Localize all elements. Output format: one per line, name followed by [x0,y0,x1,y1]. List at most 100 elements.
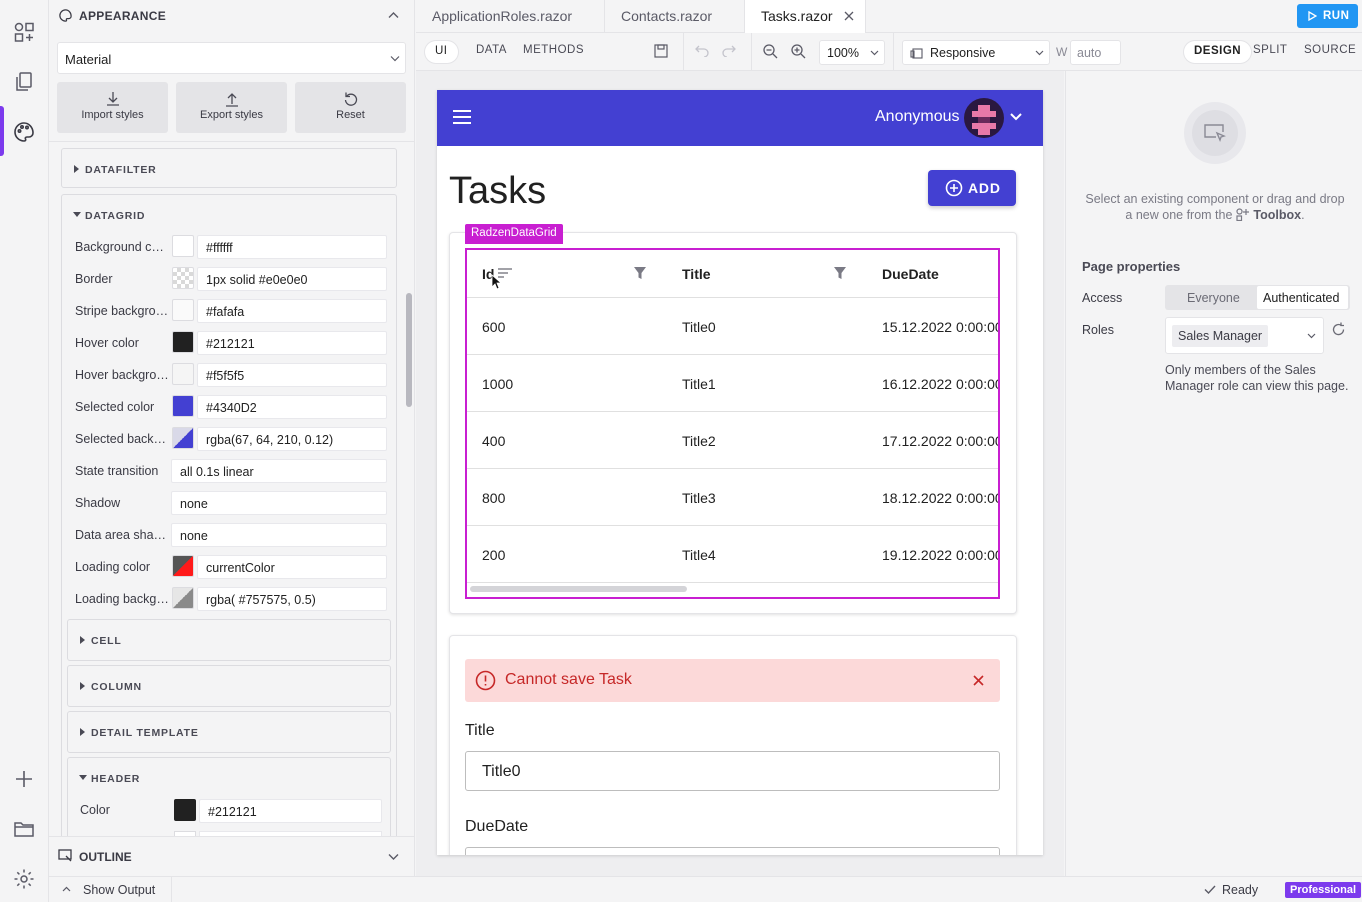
width-input[interactable]: auto [1070,40,1121,65]
property-value[interactable]: #f5f5f5 [197,363,387,387]
zoom-out-icon[interactable] [763,44,778,59]
property-value[interactable]: rgba( #757575, 0.5) [197,587,387,611]
import-styles-button[interactable]: Import styles [57,82,168,133]
divider [893,33,894,70]
responsive-select[interactable]: Responsive [902,40,1050,65]
table-row[interactable]: 400 Title2 17.12.2022 0:00:00 [467,412,998,469]
view-design[interactable]: DESIGN [1184,41,1252,63]
role-chip[interactable]: Sales Manager [1172,325,1269,347]
color-swatch[interactable] [172,267,194,289]
property-value[interactable]: 1px solid #e0e0e0 [197,267,387,291]
toolbox-link[interactable]: Toolbox [1253,208,1301,222]
caret-down-icon[interactable] [79,775,87,780]
scrollbar-thumb[interactable] [406,293,412,407]
color-swatch[interactable] [172,587,194,609]
add-button[interactable]: ADD [928,170,1016,206]
table-row[interactable]: 1000 Title1 16.12.2022 0:00:00 [467,355,998,412]
user-name[interactable]: Anonymous [875,108,960,126]
access-everyone[interactable]: Everyone [1187,291,1240,305]
run-button[interactable]: RUN [1297,4,1358,28]
reset-button[interactable]: Reset [295,82,406,133]
grid-scrollbar-thumb[interactable] [470,586,687,592]
color-swatch[interactable] [172,363,194,385]
filter-icon[interactable] [834,267,846,280]
header-color-value[interactable]: #212121 [199,799,382,823]
appearance-header[interactable]: APPEARANCE [49,0,414,32]
divider [49,141,414,142]
caret-down-icon[interactable] [73,212,81,217]
editor-tabs: ApplicationRoles.razor Contacts.razor Ta… [416,0,1362,33]
avatar[interactable] [964,98,1004,138]
folder-icon[interactable] [12,817,36,841]
mode-ui[interactable]: UI [425,41,458,63]
detail-template-group[interactable]: DETAIL TEMPLATE [67,711,391,753]
files-icon[interactable] [12,70,36,94]
header-color-swatch[interactable] [174,799,196,821]
property-value[interactable]: currentColor [197,555,387,579]
duedate-input[interactable] [465,847,1000,855]
property-value[interactable]: #4340D2 [197,395,387,419]
components-icon[interactable] [12,20,36,44]
property-value[interactable]: none [171,491,387,515]
datafilter-group[interactable]: DATAFILTER [61,148,397,188]
datagrid[interactable]: Id Title DueDate 600 Title0 15.12.2022 0:0… [465,248,1000,599]
tab-tasks[interactable]: Tasks.razor [745,0,866,33]
table-row[interactable]: 600 Title0 15.12.2022 0:00:00 [467,298,998,355]
outline-header[interactable]: OUTLINE [49,836,414,876]
zoom-select[interactable]: 100% [819,40,885,65]
table-row[interactable]: 200 Title4 19.12.2022 0:00:00 [467,526,998,583]
undo-icon[interactable] [695,45,709,57]
color-swatch[interactable] [172,331,194,353]
grid-component-tag[interactable]: RadzenDataGrid [465,224,563,244]
redo-icon[interactable] [722,45,736,57]
settings-icon[interactable] [12,867,36,891]
tab-contacts[interactable]: Contacts.razor [605,0,745,33]
save-icon[interactable] [654,44,668,58]
chevron-up-icon[interactable] [388,11,399,19]
column-header-title[interactable]: Title [682,266,711,282]
menu-icon[interactable] [453,110,471,124]
property-value[interactable]: none [171,523,387,547]
column-header-duedate[interactable]: DueDate [882,266,939,282]
mode-methods[interactable]: METHODS [523,44,584,56]
theme-select[interactable]: Material [57,42,406,74]
color-swatch[interactable] [172,427,194,449]
color-swatch[interactable] [172,235,194,257]
show-output-button[interactable]: Show Output [49,877,172,902]
designer-toolbar: UI DATA METHODS 100% Responsive W auto D… [416,33,1362,71]
table-cell: 400 [482,433,506,449]
chevron-down-icon[interactable] [1010,113,1022,121]
tab-application-roles[interactable]: ApplicationRoles.razor [416,0,605,33]
view-split[interactable]: SPLIT [1253,44,1287,56]
property-value[interactable]: rgba(67, 64, 210, 0.12) [197,427,387,451]
property-value[interactable]: #fafafa [197,299,387,323]
property-label: Shadow [75,496,121,510]
filter-icon[interactable] [634,267,646,280]
cell-group[interactable]: CELL [67,619,391,661]
palette-icon[interactable] [12,120,36,144]
property-label: Background c… [75,240,164,254]
view-source[interactable]: SOURCE [1304,44,1356,56]
close-icon[interactable] [973,675,984,686]
color-swatch[interactable] [172,395,194,417]
activity-bar [0,0,49,902]
color-swatch[interactable] [172,555,194,577]
property-value[interactable]: #212121 [197,331,387,355]
export-styles-button[interactable]: Export styles [176,82,287,133]
close-icon[interactable] [844,11,854,21]
roles-select[interactable]: Sales Manager [1165,317,1324,354]
edition-badge[interactable]: Professional [1285,882,1362,898]
title-input[interactable]: Title0 [465,751,1000,791]
color-swatch[interactable] [172,299,194,321]
zoom-in-icon[interactable] [791,44,806,59]
table-row[interactable]: 800 Title3 18.12.2022 0:00:00 [467,469,998,526]
property-value[interactable]: #ffffff [197,235,387,259]
property-value[interactable]: all 0.1s linear [171,459,387,483]
mode-data[interactable]: DATA [476,44,507,56]
datagrid-title[interactable]: DATAGRID [85,210,145,222]
access-authenticated[interactable]: Authenticated [1257,286,1348,309]
column-group[interactable]: COLUMN [67,665,391,707]
header-title[interactable]: HEADER [91,773,140,785]
add-icon[interactable] [12,767,36,791]
refresh-icon[interactable] [1331,322,1346,337]
